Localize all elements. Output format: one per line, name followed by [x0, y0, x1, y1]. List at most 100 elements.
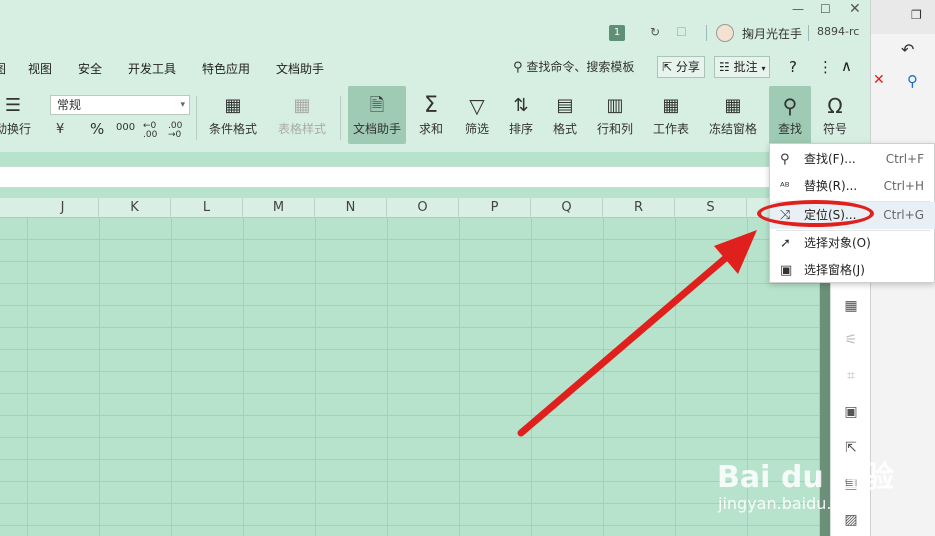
column-header-l[interactable]: L	[171, 198, 243, 218]
table-icon[interactable]: ▦	[843, 298, 859, 314]
row-col-button[interactable]: ▥ 行和列	[590, 86, 640, 144]
decimal-decrease-button[interactable]: .00 →0	[168, 122, 186, 140]
divider	[808, 25, 809, 41]
title-bar: 1 ↻ ☐ 掬月光在手 8894-rc — ☐ ✕	[0, 0, 870, 50]
sync-icon[interactable]: ↻	[650, 25, 660, 39]
column-header-k[interactable]: K	[99, 198, 171, 218]
crop-icon[interactable]: ⌗	[843, 368, 859, 384]
column-header-q[interactable]: Q	[531, 198, 603, 218]
search-icon[interactable]: ⚲	[907, 72, 918, 90]
adjust-icon[interactable]: ⚟	[843, 332, 859, 348]
column-header-p[interactable]: P	[459, 198, 531, 218]
worksheet-button[interactable]: ▦ 工作表	[646, 86, 696, 144]
worksheet-icon: ▦	[662, 95, 680, 116]
image-stack-icon[interactable]: ▣	[843, 404, 859, 420]
search-icon: ⚲	[782, 94, 798, 118]
close-icon[interactable]: ✕	[849, 1, 861, 17]
comment-button[interactable]: ☷ 批注 ▾	[714, 56, 771, 78]
highlight-ellipse	[757, 200, 874, 227]
command-search-text: 查找命令、搜索模板	[526, 60, 635, 74]
number-format-select[interactable]: 常规 ▾	[50, 95, 190, 115]
cloud-icon[interactable]: ☐	[676, 25, 687, 39]
menu-item-security[interactable]: 安全	[78, 60, 102, 77]
percent-button[interactable]: %	[90, 120, 104, 138]
menu-item-replace[interactable]: ᴬᴮ 替换(R)... Ctrl+H	[770, 173, 935, 200]
search-icon: ⚲	[513, 60, 523, 75]
column-header-o[interactable]: O	[387, 198, 459, 218]
divider	[196, 96, 197, 140]
ribbon: ☰ 动换行 常规 ▾ ¥ % 000 ←0 .00 .00 →0 ▦ 条件格式 …	[0, 86, 870, 152]
menu-item-special[interactable]: 特色应用	[202, 60, 250, 77]
conditional-format-icon: ▦	[224, 95, 242, 116]
maximize-icon[interactable]: ☐	[820, 2, 831, 16]
avatar[interactable]	[716, 24, 734, 42]
doc-assistant-icon: 🗎	[369, 95, 385, 116]
baidu-watermark-url: jingyan.baidu.com	[718, 494, 866, 513]
minimize-icon[interactable]: —	[792, 2, 804, 16]
chevron-down-icon: ▾	[180, 100, 185, 110]
image-icon[interactable]: ▨	[843, 512, 859, 528]
doc-assistant-button[interactable]: 🗎 文档助手	[348, 86, 406, 144]
row-col-icon: ▥	[606, 95, 624, 116]
chevron-down-icon: ▾	[761, 64, 766, 73]
wrap-text-button[interactable]: ☰ 动换行	[0, 86, 38, 144]
currency-button[interactable]: ¥	[56, 122, 64, 137]
notification-badge[interactable]: 1	[609, 25, 625, 41]
sum-icon: Σ	[424, 93, 438, 118]
symbol-button[interactable]: Ω 符号	[814, 86, 856, 144]
find-button[interactable]: ⚲ 查找	[769, 86, 811, 144]
command-search[interactable]: ⚲ 查找命令、搜索模板	[513, 58, 634, 75]
menu-item-selection-pane[interactable]: ▣ 选择窗格(J)	[770, 257, 935, 284]
menu-item-doc-assistant[interactable]: 文档助手	[276, 60, 324, 77]
wrap-text-icon: ☰	[4, 95, 22, 116]
replace-icon: ᴬᴮ	[780, 180, 790, 193]
decimal-increase-button[interactable]: ←0 .00	[143, 122, 161, 140]
table-style-button[interactable]: ▦ 表格样式	[272, 86, 332, 144]
thousands-button[interactable]: 000	[116, 122, 135, 133]
column-header-j[interactable]: J	[27, 198, 99, 218]
menu-item-select-objects[interactable]: ➚ 选择对象(O)	[770, 230, 935, 257]
help-button[interactable]: ?	[789, 58, 797, 76]
share-icon: ⇱	[662, 60, 673, 74]
conditional-format-button[interactable]: ▦ 条件格式	[203, 86, 263, 144]
share-button[interactable]: ⇱ 分享	[657, 56, 705, 78]
freeze-panes-button[interactable]: ▦ 冻结窗格	[702, 86, 764, 144]
sum-button[interactable]: Σ 求和	[410, 86, 452, 144]
selection-pane-icon: ▣	[780, 263, 793, 278]
filter-icon: ▽	[469, 94, 485, 118]
divider	[340, 96, 341, 140]
search-icon: ⚲	[780, 152, 790, 167]
column-header-m[interactable]: M	[243, 198, 315, 218]
format-button[interactable]: ▤ 格式	[544, 86, 586, 144]
menu-item-view[interactable]: 视图	[28, 60, 52, 77]
freeze-icon: ▦	[724, 95, 742, 116]
formula-bar[interactable]	[0, 166, 870, 188]
symbol-icon: Ω	[827, 94, 843, 118]
restore-icon[interactable]: ❐	[911, 8, 922, 22]
user-name[interactable]: 掬月光在手	[742, 25, 802, 42]
menu-bar: 图 视图 安全 开发工具 特色应用 文档助手 ⚲ 查找命令、搜索模板 ⇱ 分享 …	[0, 50, 870, 86]
column-header-s[interactable]: S	[675, 198, 747, 218]
baidu-watermark-logo: Bai du 经验	[717, 460, 895, 495]
menu-item-find[interactable]: ⚲ 查找(F)... Ctrl+F	[770, 146, 935, 173]
more-button[interactable]: ⋮	[818, 58, 833, 76]
sort-icon: ⇅	[513, 95, 529, 116]
collapse-ribbon-button[interactable]: ∧	[841, 57, 852, 75]
undo-icon[interactable]: ↶	[901, 40, 914, 59]
column-header-r[interactable]: R	[603, 198, 675, 218]
divider	[706, 25, 707, 41]
table-style-icon: ▦	[293, 95, 311, 116]
sort-button[interactable]: ⇅ 排序	[500, 86, 542, 144]
menu-item-partial[interactable]: 图	[0, 60, 6, 77]
cursor-icon: ➚	[780, 236, 791, 251]
spreadsheet-grid[interactable]	[0, 218, 820, 536]
background-window-titlebar: ❐	[871, 0, 935, 34]
column-headers: J K L M N O P Q R S	[0, 198, 820, 218]
comment-icon: ☷	[719, 60, 730, 74]
format-icon: ▤	[556, 95, 574, 116]
filter-button[interactable]: ▽ 筛选	[456, 86, 498, 144]
clear-icon[interactable]: ✕	[873, 72, 885, 88]
menu-item-devtools[interactable]: 开发工具	[128, 60, 176, 77]
column-header-n[interactable]: N	[315, 198, 387, 218]
user-id: 8894-rc	[817, 25, 860, 38]
